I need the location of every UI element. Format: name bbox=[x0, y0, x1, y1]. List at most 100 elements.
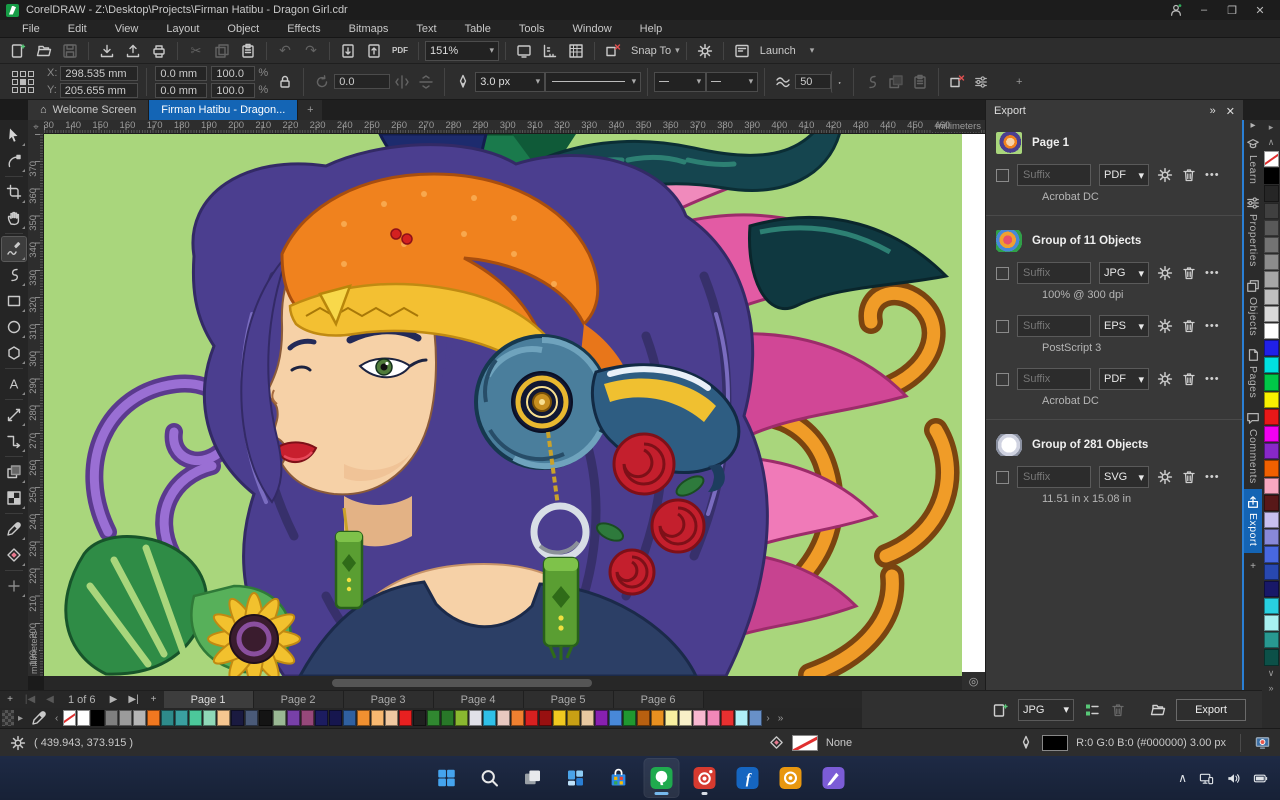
palette-scroll-right-icon[interactable]: › bbox=[762, 713, 773, 724]
docker-tab-objects[interactable]: Objects bbox=[1244, 273, 1262, 342]
palette-expand-icon[interactable]: » bbox=[1262, 681, 1280, 696]
pick-tool[interactable] bbox=[2, 123, 26, 147]
palette-swatch[interactable] bbox=[315, 710, 329, 726]
export-document-button[interactable] bbox=[362, 40, 386, 62]
delete-format-icon[interactable] bbox=[1181, 318, 1197, 334]
snap-to-dropdown[interactable]: Snap To ▾ bbox=[627, 45, 680, 57]
import-document-button[interactable] bbox=[336, 40, 360, 62]
launch-dropdown[interactable]: Launch ▾ bbox=[756, 45, 815, 57]
docker-tab-properties[interactable]: Properties bbox=[1244, 190, 1262, 273]
format-settings-gear-icon[interactable] bbox=[1157, 371, 1173, 387]
import-button[interactable] bbox=[95, 40, 119, 62]
snap-points-button[interactable] bbox=[945, 71, 969, 93]
taskbar-task-view-icon[interactable] bbox=[516, 759, 550, 797]
add-docker-button[interactable]: + bbox=[1243, 561, 1263, 572]
palette-swatch[interactable] bbox=[595, 710, 609, 726]
palette-swatch[interactable] bbox=[287, 710, 301, 726]
palette-swatch[interactable] bbox=[1263, 151, 1279, 168]
scale-y-field[interactable]: 100.0 bbox=[211, 82, 256, 98]
suffix-input[interactable] bbox=[1017, 466, 1091, 488]
start-arrowhead-combo[interactable]: ▾ bbox=[654, 71, 707, 92]
format-combo[interactable]: PDF ▾ bbox=[1099, 164, 1149, 186]
palette-swatch[interactable] bbox=[1263, 546, 1279, 563]
format-settings-gear-icon[interactable] bbox=[1157, 318, 1173, 334]
palette-swatch[interactable] bbox=[553, 710, 567, 726]
new-document-tab-button[interactable]: + bbox=[298, 100, 323, 120]
new-document-button[interactable] bbox=[6, 40, 30, 62]
taskbar-search-icon[interactable] bbox=[473, 759, 507, 797]
palette-swatch[interactable] bbox=[497, 710, 511, 726]
export-checkbox[interactable] bbox=[996, 372, 1009, 386]
palette-swatch[interactable] bbox=[161, 710, 175, 726]
format-combo[interactable]: JPG ▾ bbox=[1099, 262, 1149, 284]
fullscreen-preview-button[interactable] bbox=[512, 40, 536, 62]
document-navigator-button[interactable]: ◎ bbox=[962, 672, 985, 690]
fill-swatch-none[interactable] bbox=[791, 734, 818, 751]
palette-swatch[interactable] bbox=[1263, 340, 1279, 357]
object-origin-grid[interactable] bbox=[12, 70, 34, 93]
dimension-tool[interactable] bbox=[2, 403, 26, 427]
add-page-button[interactable]: + bbox=[0, 691, 20, 708]
taskbar-start-icon[interactable] bbox=[430, 759, 464, 797]
palette-swatch[interactable] bbox=[483, 710, 497, 726]
palette-swatch[interactable] bbox=[665, 710, 679, 726]
drop-shadow-tool[interactable] bbox=[2, 460, 26, 484]
format-combo[interactable]: EPS ▾ bbox=[1099, 315, 1149, 337]
publish-pdf-button[interactable]: PDF bbox=[388, 40, 412, 62]
palette-swatch[interactable] bbox=[1263, 408, 1279, 425]
outline-width-combo[interactable]: 3.0 px ▾ bbox=[475, 71, 546, 92]
format-settings-gear-icon[interactable] bbox=[1157, 265, 1173, 281]
palette-scroll-down-icon[interactable]: ∨ bbox=[1262, 666, 1280, 681]
palette-swatch[interactable] bbox=[1263, 597, 1279, 615]
paste-button[interactable] bbox=[236, 40, 260, 62]
palette-swatch[interactable] bbox=[1263, 632, 1279, 649]
more-options-icon[interactable]: ••• bbox=[1205, 320, 1220, 332]
suffix-input[interactable] bbox=[1017, 262, 1091, 284]
object-height-field[interactable]: 0.0 mm bbox=[155, 82, 208, 98]
zoom-level-combo[interactable]: 151% ▾ bbox=[425, 40, 499, 61]
crop-tool[interactable] bbox=[2, 180, 26, 204]
scrollbar-thumb[interactable] bbox=[332, 679, 592, 687]
account-icon[interactable] bbox=[1162, 1, 1190, 19]
palette-swatch[interactable] bbox=[455, 710, 469, 726]
palette-swatch[interactable] bbox=[1263, 305, 1279, 322]
palette-swatch[interactable] bbox=[105, 710, 119, 726]
more-options-icon[interactable]: ••• bbox=[1205, 471, 1220, 483]
palette-swatch[interactable] bbox=[119, 710, 133, 726]
palette-swatch[interactable] bbox=[189, 710, 203, 726]
palette-swatch[interactable] bbox=[1263, 477, 1279, 494]
menu-item-table[interactable]: Table bbox=[451, 20, 505, 38]
palette-swatch[interactable] bbox=[609, 710, 623, 726]
minimize-button[interactable]: – bbox=[1190, 1, 1218, 19]
object-width-field[interactable]: 0.0 mm bbox=[155, 65, 208, 81]
palette-swatch[interactable] bbox=[1263, 254, 1279, 271]
palette-swatch[interactable] bbox=[175, 710, 189, 726]
palette-swatch[interactable] bbox=[245, 710, 259, 726]
palette-scroll-left-icon[interactable]: ‹ bbox=[51, 713, 62, 724]
format-combo[interactable]: PDF ▾ bbox=[1099, 368, 1149, 390]
suffix-input[interactable] bbox=[1017, 164, 1091, 186]
palette-swatch[interactable] bbox=[63, 710, 77, 726]
palette-swatch[interactable] bbox=[1263, 202, 1279, 219]
smoothing-field[interactable]: 50 bbox=[795, 74, 832, 89]
menu-item-edit[interactable]: Edit bbox=[54, 20, 101, 38]
palette-swatch[interactable] bbox=[357, 710, 371, 726]
tray-chevron-icon[interactable]: ∧ bbox=[1178, 771, 1187, 785]
more-options-icon[interactable]: ••• bbox=[1205, 169, 1220, 181]
delete-format-icon[interactable] bbox=[1181, 167, 1197, 183]
palette-swatch[interactable] bbox=[469, 710, 483, 726]
docker-flyout-icon[interactable]: ▸ bbox=[1243, 120, 1263, 131]
suffix-input[interactable] bbox=[1017, 315, 1091, 337]
add-page-button-2[interactable]: + bbox=[144, 691, 164, 708]
menu-item-layout[interactable]: Layout bbox=[152, 20, 213, 38]
palette-swatch[interactable] bbox=[413, 710, 427, 726]
format-combo[interactable]: SVG ▾ bbox=[1099, 466, 1149, 488]
palette-swatch[interactable] bbox=[1263, 649, 1279, 666]
palette-swatch[interactable] bbox=[301, 710, 315, 726]
docker-tab-comments[interactable]: Comments bbox=[1244, 405, 1262, 490]
palette-swatch[interactable] bbox=[749, 710, 763, 726]
palette-swatch[interactable] bbox=[203, 710, 217, 726]
menu-item-tools[interactable]: Tools bbox=[505, 20, 559, 38]
palette-swatch[interactable] bbox=[399, 710, 413, 726]
text-tool[interactable]: A bbox=[2, 372, 26, 396]
